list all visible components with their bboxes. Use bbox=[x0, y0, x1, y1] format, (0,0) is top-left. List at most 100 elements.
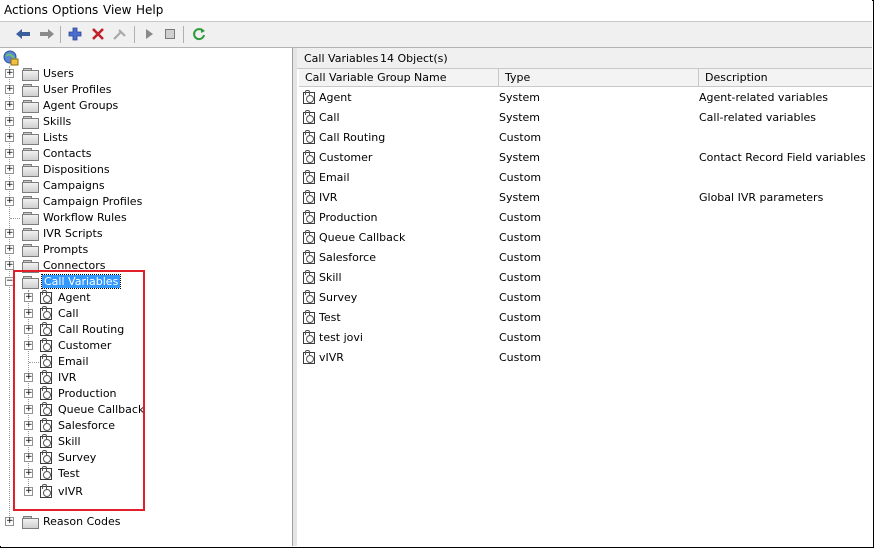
list-row[interactable]: Test Custom bbox=[297, 308, 872, 328]
tree-item-label: IVR Scripts bbox=[43, 227, 103, 240]
folder-icon bbox=[22, 180, 39, 193]
expand-icon[interactable]: + bbox=[5, 149, 14, 158]
cell-type: Custom bbox=[499, 211, 542, 224]
cell-description: Agent-related variables bbox=[699, 91, 829, 104]
tree-item[interactable]: + Reason Codes bbox=[0, 514, 290, 530]
tree-item-label: Reason Codes bbox=[43, 515, 121, 528]
back-arrow-icon[interactable] bbox=[14, 26, 31, 42]
cell-name: Agent bbox=[319, 91, 352, 104]
list-row[interactable]: Agent System Agent-related variables bbox=[297, 88, 872, 108]
cell-type: Custom bbox=[499, 171, 542, 184]
menu-actions[interactable]: Actions bbox=[4, 3, 48, 17]
call-variable-group-icon bbox=[303, 290, 315, 304]
toolbar bbox=[0, 22, 872, 48]
tree-item-label: Campaigns bbox=[43, 179, 105, 192]
list-row[interactable]: vIVR Custom bbox=[297, 348, 872, 368]
call-variable-group-icon bbox=[303, 330, 315, 344]
column-header-name[interactable]: Call Variable Group Name bbox=[299, 69, 499, 87]
cell-name: Customer bbox=[319, 151, 373, 164]
expand-icon[interactable]: + bbox=[5, 197, 14, 206]
cell-type: Custom bbox=[499, 131, 542, 144]
expand-icon[interactable]: + bbox=[5, 85, 14, 94]
add-icon[interactable] bbox=[66, 26, 83, 42]
expand-icon[interactable]: + bbox=[5, 133, 14, 142]
cell-description: Global IVR parameters bbox=[699, 191, 824, 204]
list-row[interactable]: Salesforce Custom bbox=[297, 248, 872, 268]
list-row[interactable]: Call Routing Custom bbox=[297, 128, 872, 148]
folder-icon bbox=[22, 132, 39, 145]
expand-icon[interactable]: + bbox=[5, 69, 14, 78]
menu-help[interactable]: Help bbox=[136, 3, 163, 17]
list-row[interactable]: Email Custom bbox=[297, 168, 872, 188]
list-row[interactable]: Production Custom bbox=[297, 208, 872, 228]
tree-item[interactable]: + Agent Groups bbox=[0, 98, 290, 114]
tree-item[interactable]: + Lists bbox=[0, 130, 290, 146]
expand-icon[interactable]: + bbox=[5, 117, 14, 126]
tree-item[interactable]: + Campaign Profiles bbox=[0, 194, 290, 210]
details-pane: Call Variables 14 Object(s) Call Variabl… bbox=[297, 48, 872, 546]
cell-name: Production bbox=[319, 211, 378, 224]
toolbar-separator bbox=[134, 26, 135, 43]
tree-guide-line bbox=[10, 218, 20, 220]
call-variable-group-icon bbox=[303, 170, 315, 184]
tree-item[interactable]: + Skills bbox=[0, 114, 290, 130]
play-icon[interactable] bbox=[140, 26, 157, 42]
tree-item-label: Skills bbox=[43, 115, 72, 128]
tree-item-label: Prompts bbox=[43, 243, 89, 256]
menu-options[interactable]: Options bbox=[52, 3, 98, 17]
tree-item-label: Contacts bbox=[43, 147, 92, 160]
cell-name: Call bbox=[319, 111, 340, 124]
expand-icon[interactable]: + bbox=[5, 261, 14, 270]
cell-name: IVR bbox=[319, 191, 338, 204]
expand-icon[interactable]: + bbox=[5, 165, 14, 174]
column-header-description[interactable]: Description bbox=[699, 69, 872, 87]
disabled-tool-icon[interactable] bbox=[111, 26, 128, 42]
tree-item[interactable]: + Users bbox=[0, 66, 290, 82]
folder-icon bbox=[22, 116, 39, 129]
cell-type: Custom bbox=[499, 331, 542, 344]
refresh-icon[interactable] bbox=[190, 26, 207, 42]
list-row[interactable]: Call System Call-related variables bbox=[297, 108, 872, 128]
list-row[interactable]: test jovi Custom bbox=[297, 328, 872, 348]
cell-type: Custom bbox=[499, 311, 542, 324]
menu-bar: Actions Options View Help bbox=[0, 0, 872, 22]
forward-arrow-icon[interactable] bbox=[38, 26, 55, 42]
menu-view[interactable]: View bbox=[103, 3, 131, 17]
expand-icon[interactable]: + bbox=[5, 245, 14, 254]
folder-icon bbox=[22, 228, 39, 241]
folder-icon bbox=[22, 244, 39, 257]
call-variable-group-icon bbox=[303, 310, 315, 324]
column-header-type[interactable]: Type bbox=[499, 69, 699, 87]
cell-name: vIVR bbox=[319, 351, 344, 364]
folder-icon bbox=[22, 196, 39, 209]
expand-icon[interactable]: + bbox=[5, 101, 14, 110]
cell-type: System bbox=[499, 91, 541, 104]
list-row[interactable]: IVR System Global IVR parameters bbox=[297, 188, 872, 208]
list-row[interactable]: Queue Callback Custom bbox=[297, 228, 872, 248]
expand-icon[interactable]: + bbox=[5, 181, 14, 190]
cell-description: Call-related variables bbox=[699, 111, 817, 124]
folder-icon bbox=[22, 164, 39, 177]
list-row[interactable]: Skill Custom bbox=[297, 268, 872, 288]
call-variables-highlight-box bbox=[13, 270, 145, 511]
list-row[interactable]: Customer System Contact Record Field varia… bbox=[297, 148, 872, 168]
expand-icon[interactable]: + bbox=[5, 517, 14, 526]
tree-item[interactable]: + Contacts bbox=[0, 146, 290, 162]
tree-item[interactable]: + User Profiles bbox=[0, 82, 290, 98]
tree-item-label: User Profiles bbox=[43, 83, 112, 96]
tree-item[interactable]: + Prompts bbox=[0, 242, 290, 258]
cell-type: System bbox=[499, 151, 541, 164]
tree-item[interactable]: + IVR Scripts bbox=[0, 226, 290, 242]
tree-item[interactable]: + Dispositions bbox=[0, 162, 290, 178]
expand-icon[interactable]: + bbox=[5, 229, 14, 238]
list-row[interactable]: Survey Custom bbox=[297, 288, 872, 308]
stop-icon[interactable] bbox=[161, 26, 178, 42]
tree-item[interactable]: Workflow Rules bbox=[0, 210, 290, 226]
tree-item[interactable]: + Campaigns bbox=[0, 178, 290, 194]
cell-name: Survey bbox=[319, 291, 358, 304]
cell-type: Custom bbox=[499, 251, 542, 264]
cell-name: Call Routing bbox=[319, 131, 386, 144]
cell-name: Queue Callback bbox=[319, 231, 406, 244]
cell-type: System bbox=[499, 111, 541, 124]
delete-icon[interactable] bbox=[89, 26, 106, 42]
